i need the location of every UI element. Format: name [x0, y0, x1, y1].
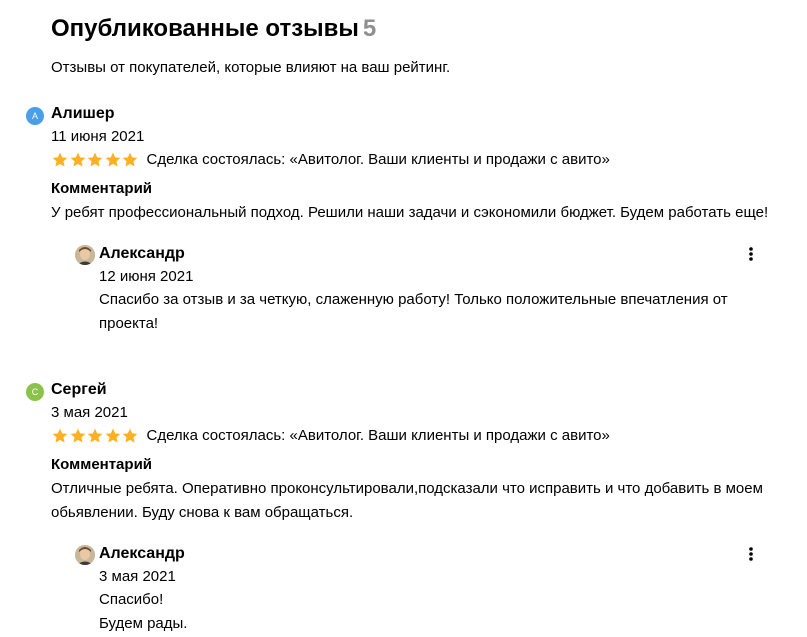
more-options-button[interactable] — [745, 543, 757, 565]
star-icon — [122, 152, 138, 167]
star-icon — [52, 428, 68, 443]
page-subtitle: Отзывы от покупателей, которые влияют на… — [51, 59, 451, 76]
reply-text: Спасибо за отзыв и за четкую, слаженную … — [99, 288, 779, 336]
review-date: 3 мая 2021 — [51, 404, 128, 421]
reply-date: 3 мая 2021 — [99, 568, 176, 585]
page-header: Опубликованные отзывы 5 Отзывы от покупат… — [51, 14, 791, 78]
star-rating — [51, 427, 139, 445]
review-header: А Алишер — [26, 103, 786, 125]
reply-body: 12 июня 2021 Спасибо за отзыв и за четку… — [99, 266, 751, 336]
rating-row: Сделка состоялась: «Авитолог. Ваши клиен… — [51, 424, 786, 448]
seller-reply: Александр 12 июня 2021 Спасибо за отзыв … — [75, 243, 753, 336]
avatar[interactable]: С — [26, 383, 44, 401]
user-photo-icon — [75, 545, 95, 565]
star-icon — [87, 428, 103, 443]
review-card: А Алишер 11 июня 2021 Сделка состоялась:… — [26, 103, 786, 336]
review-body: 11 июня 2021 Сделка состоялась: «Авитоло… — [51, 126, 786, 336]
reply-body: 3 мая 2021 Спасибо! Будем рады. — [99, 566, 751, 636]
avatar[interactable]: А — [26, 107, 44, 125]
reply-header: Александр — [75, 543, 753, 565]
comment-label: Комментарий — [51, 180, 153, 197]
comment-text: У ребят профессиональный подход. Решили … — [51, 204, 769, 221]
more-options-button[interactable] — [745, 243, 757, 265]
reply-date: 12 июня 2021 — [99, 268, 194, 285]
review-card: С Сергей 3 мая 2021 Сделка состоялась: «… — [26, 379, 786, 636]
star-icon — [122, 428, 138, 443]
star-icon — [70, 152, 85, 167]
avatar[interactable] — [75, 545, 95, 565]
review-author[interactable]: Алишер — [51, 103, 115, 125]
page-title-text: Опубликованные отзывы — [51, 15, 359, 42]
review-header: С Сергей — [26, 379, 786, 401]
reviews-count: 5 — [362, 15, 377, 42]
comment-label: Комментарий — [51, 456, 153, 473]
deal-info[interactable]: Сделка состоялась: «Авитолог. Ваши клиен… — [147, 149, 610, 171]
reply-line: Спасибо! — [99, 591, 164, 608]
rating-row: Сделка состоялась: «Авитолог. Ваши клиен… — [51, 148, 786, 172]
more-vertical-icon — [749, 547, 753, 561]
avatar[interactable] — [75, 245, 95, 265]
star-icon — [87, 152, 103, 167]
seller-reply: Александр 3 мая 2021 Спасибо! Будем рады… — [75, 543, 753, 636]
comment-text: Отличные ребята. Оперативно проконсульти… — [51, 480, 763, 521]
more-vertical-icon — [749, 247, 753, 261]
review-body: 3 мая 2021 Сделка состоялась: «Авитолог.… — [51, 402, 786, 636]
reply-author[interactable]: Александр — [99, 243, 185, 265]
reply-line: Спасибо за отзыв и за четкую, слаженную … — [99, 291, 728, 332]
star-icon — [105, 152, 120, 167]
star-icon — [52, 152, 68, 167]
user-photo-icon — [75, 245, 95, 265]
reply-line: Будем рады. — [99, 615, 188, 632]
review-date: 11 июня 2021 — [51, 128, 145, 145]
reply-header: Александр — [75, 243, 753, 265]
review-author[interactable]: Сергей — [51, 379, 107, 401]
star-icon — [70, 428, 85, 443]
reply-author[interactable]: Александр — [99, 543, 185, 565]
deal-info[interactable]: Сделка состоялась: «Авитолог. Ваши клиен… — [147, 425, 610, 447]
page-title: Опубликованные отзывы 5 — [51, 14, 791, 44]
star-rating — [51, 151, 139, 169]
reply-text: Спасибо! Будем рады. — [99, 588, 779, 636]
star-icon — [105, 428, 120, 443]
